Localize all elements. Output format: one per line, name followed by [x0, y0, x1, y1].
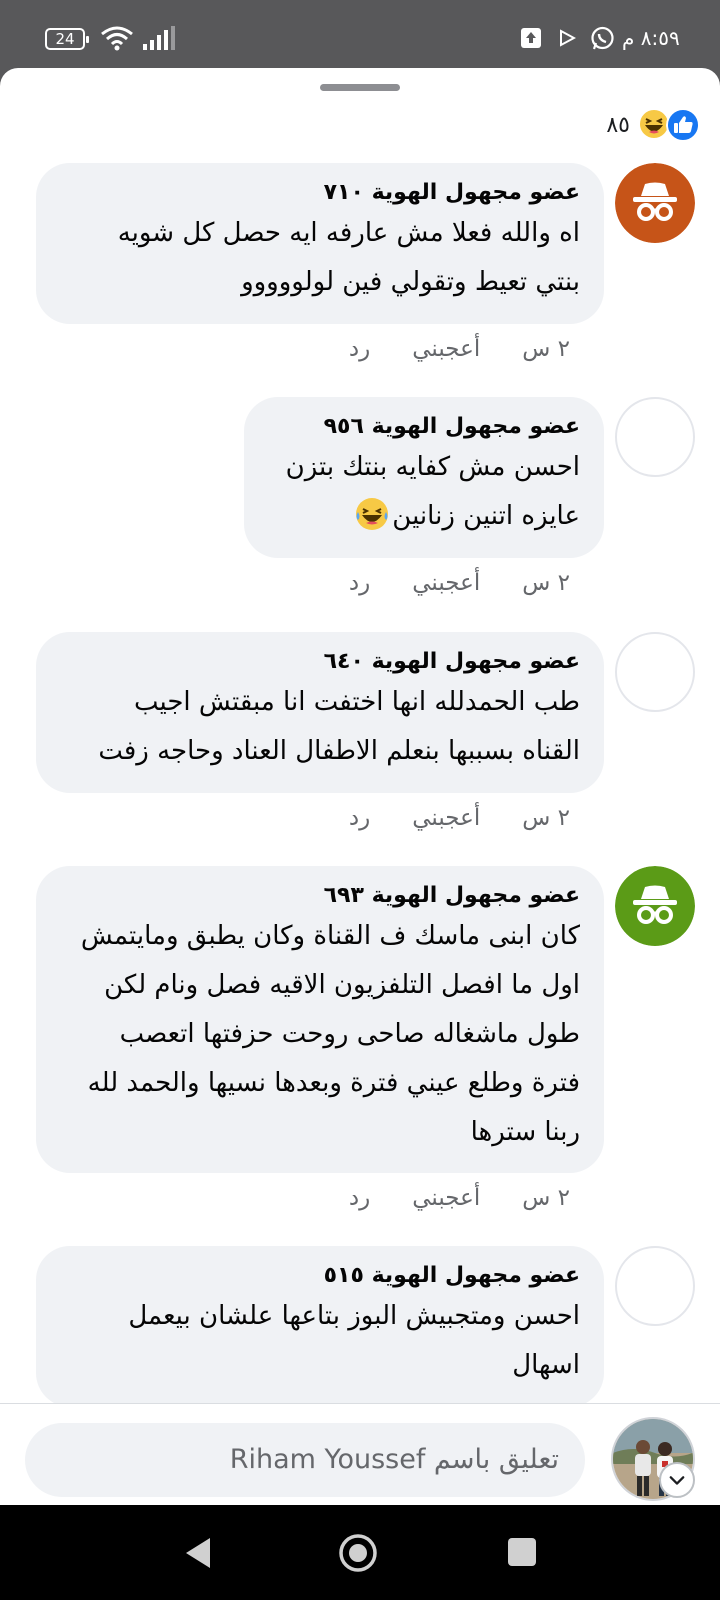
comment-text-line: احسن ومتجبيش البوز بتاعها علشان بيعمل — [128, 1301, 580, 1331]
comment-avatar[interactable] — [615, 1246, 695, 1326]
upload-icon — [521, 28, 541, 48]
reply-button[interactable]: رد — [349, 570, 370, 596]
comment-bubble[interactable]: عضو مجهول الهوية ٦٩٣ كان ابنى ماسك ف الق… — [36, 866, 604, 1173]
clock: ٨:٥٩ م — [622, 26, 680, 50]
reply-button[interactable]: رد — [349, 1185, 370, 1211]
navigation-bar — [0, 1505, 720, 1600]
comment-avatar[interactable] — [615, 866, 695, 946]
comment-bubble[interactable]: عضو مجهول الهوية ٦٤٠ طب الحمدلله انها اخ… — [36, 632, 604, 793]
like-button[interactable]: أعجبني — [412, 1185, 480, 1211]
comment-author[interactable]: عضو مجهول الهوية ٥١٥ — [62, 1260, 580, 1292]
comment-time: ٢ س — [522, 805, 570, 831]
chevron-down-icon[interactable] — [659, 1462, 695, 1498]
comment-text-line: بنتي تعيط وتقولي فين لولووووو — [241, 267, 580, 297]
laughing-tears-emoji-icon — [356, 498, 389, 530]
comment-actions: ٢ س أعجبني رد — [349, 336, 570, 362]
comment-bubble[interactable]: عضو مجهول الهوية ٩٥٦ احسن مش كفايه بنتك … — [244, 397, 604, 558]
comment-text-line: اه والله فعلا مش عارفه ايه حصل كل شويه — [117, 218, 580, 248]
back-icon[interactable] — [182, 1535, 214, 1571]
comment-actions: ٢ س أعجبني رد — [349, 1185, 570, 1211]
like-button[interactable]: أعجبني — [412, 336, 480, 362]
comment-text-line: احسن مش كفايه بنتك بتزن — [285, 452, 580, 482]
comment-author[interactable]: عضو مجهول الهوية ٩٥٦ — [270, 411, 580, 443]
reactions-summary[interactable]: ٨٥ — [606, 108, 700, 142]
whatsapp-icon — [591, 26, 614, 50]
signal-icon — [143, 26, 175, 50]
comment-text-line: القناه بسببها بنعلم الاطفال العناد وحاجه… — [98, 736, 580, 766]
comment-text-line: اسهال — [512, 1350, 580, 1380]
comment-text-line: كان ابنى ماسك ف القناة وكان يطبق ومايتمش — [80, 921, 580, 951]
reply-button[interactable]: رد — [349, 336, 370, 362]
home-icon[interactable] — [338, 1533, 378, 1573]
comment-text-line: فترة وطلع عيني فترة وبعدها نسيها والحمد … — [87, 1068, 580, 1098]
play-icon — [560, 29, 576, 47]
comment-avatar[interactable] — [615, 163, 695, 243]
like-reaction-icon — [666, 108, 700, 142]
comment-avatar[interactable] — [615, 632, 695, 712]
recent-apps-icon[interactable] — [507, 1537, 537, 1567]
comment-time: ٢ س — [522, 570, 570, 596]
comment-author[interactable]: عضو مجهول الهوية ٧١٠ — [62, 177, 580, 209]
comment-text-line: طول ماشغاله صاحى روحت حزفتها اتعصب — [119, 1019, 580, 1049]
anonymous-member-icon — [615, 163, 695, 243]
comment-actions: ٢ س أعجبني رد — [349, 805, 570, 831]
comment-time: ٢ س — [522, 1185, 570, 1211]
comment-avatar[interactable] — [615, 397, 695, 477]
comment-list[interactable]: عضو مجهول الهوية ٧١٠ اه والله فعلا مش عا… — [0, 163, 720, 1403]
comment-text-line: ربنا سترها — [470, 1117, 580, 1147]
drag-handle[interactable] — [320, 84, 400, 91]
comment-bubble[interactable]: عضو مجهول الهوية ٧١٠ اه والله فعلا مش عا… — [36, 163, 604, 324]
like-button[interactable]: أعجبني — [412, 570, 480, 596]
comment-text-line: اول ما افصل التلفزيون الاقيه فصل ونام لك… — [104, 970, 580, 1000]
comment-author[interactable]: عضو مجهول الهوية ٦٤٠ — [62, 646, 580, 678]
wifi-icon — [101, 26, 133, 51]
battery-level: 24 — [55, 30, 75, 48]
comment-input[interactable]: تعليق باسم Riham Youssef — [25, 1423, 585, 1497]
comment-bubble[interactable]: عضو مجهول الهوية ٥١٥ احسن ومتجبيش البوز … — [36, 1246, 604, 1403]
comment-author[interactable]: عضو مجهول الهوية ٦٩٣ — [62, 880, 580, 912]
anonymous-member-icon — [615, 866, 695, 946]
comments-sheet: ٨٥ عضو مجهول الهوية ٧١٠ اه والله فعلا مش… — [0, 68, 720, 1505]
comment-text-line: عايزه اتنين زنانين — [392, 501, 580, 531]
like-button[interactable]: أعجبني — [412, 805, 480, 831]
comment-text-line: طب الحمدلله انها اختفت انا مبقتش اجيب — [133, 687, 580, 717]
status-bar: 24 ٨:٥٩ م — [0, 0, 720, 66]
comment-time: ٢ س — [522, 336, 570, 362]
comment-composer: تعليق باسم Riham Youssef — [0, 1403, 720, 1505]
battery-icon: 24 — [45, 28, 89, 50]
comment-actions: ٢ س أعجبني رد — [349, 570, 570, 596]
reaction-count: ٨٥ — [606, 112, 630, 138]
reply-button[interactable]: رد — [349, 805, 370, 831]
